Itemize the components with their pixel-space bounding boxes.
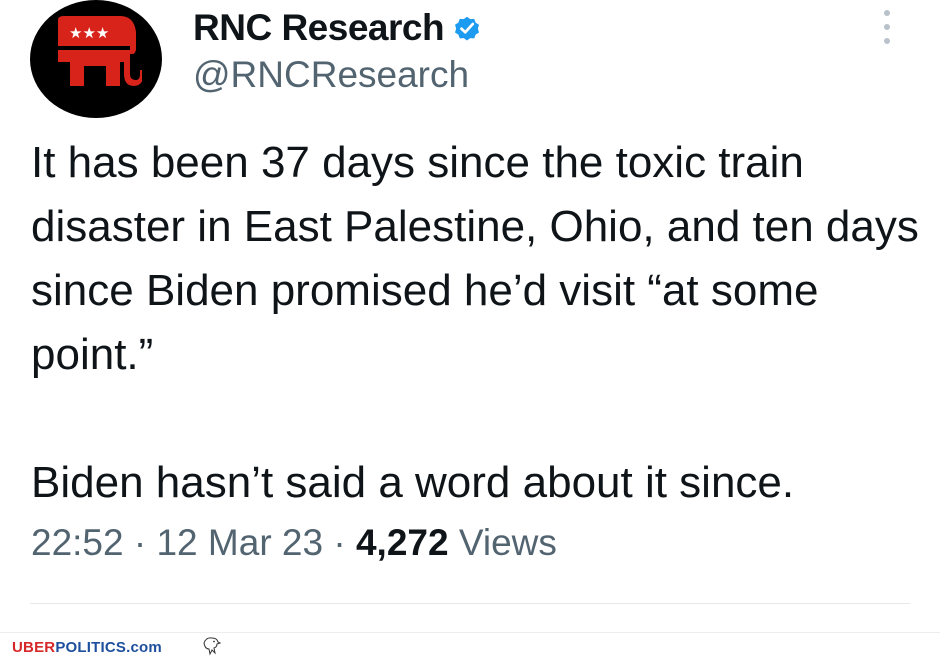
- divider: [30, 603, 910, 604]
- author-name-row: RNC Research: [193, 6, 482, 50]
- watermark-com: .com: [126, 639, 162, 656]
- meta-separator: ·: [333, 522, 356, 563]
- more-vertical-icon[interactable]: [880, 10, 894, 44]
- views-label: Views: [458, 522, 557, 563]
- verified-badge-icon: [455, 16, 480, 41]
- svg-text:★★★: ★★★: [69, 24, 109, 42]
- more-dot: [884, 24, 890, 30]
- eagle-icon: [203, 637, 222, 656]
- avatar[interactable]: ★★★: [30, 0, 162, 118]
- tweet-time[interactable]: 22:52: [31, 522, 124, 563]
- watermark-text[interactable]: UBERPOLITICS.com: [12, 639, 162, 656]
- tweet-date[interactable]: 12 Mar 23: [156, 522, 323, 563]
- watermark-politics: POLITICS: [55, 639, 127, 656]
- more-dot: [884, 38, 890, 44]
- user-handle[interactable]: @RNCResearch: [193, 54, 469, 96]
- watermark-uber: UBER: [12, 639, 56, 656]
- meta-separator: ·: [133, 522, 157, 563]
- tweet-meta: 22:52 · 12 Mar 23 · 4,272 Views: [31, 522, 557, 564]
- display-name[interactable]: RNC Research: [193, 7, 445, 49]
- gop-elephant-logo: ★★★: [58, 16, 142, 86]
- tweet-card: ★★★ RNC Research @RNCResearch It has bee…: [0, 0, 940, 632]
- tweet-text: It has been 37 days since the toxic trai…: [31, 138, 919, 507]
- watermark-bar: UBERPOLITICS.com: [0, 632, 940, 658]
- more-dot: [884, 10, 890, 16]
- views-count[interactable]: 4,272: [356, 522, 449, 563]
